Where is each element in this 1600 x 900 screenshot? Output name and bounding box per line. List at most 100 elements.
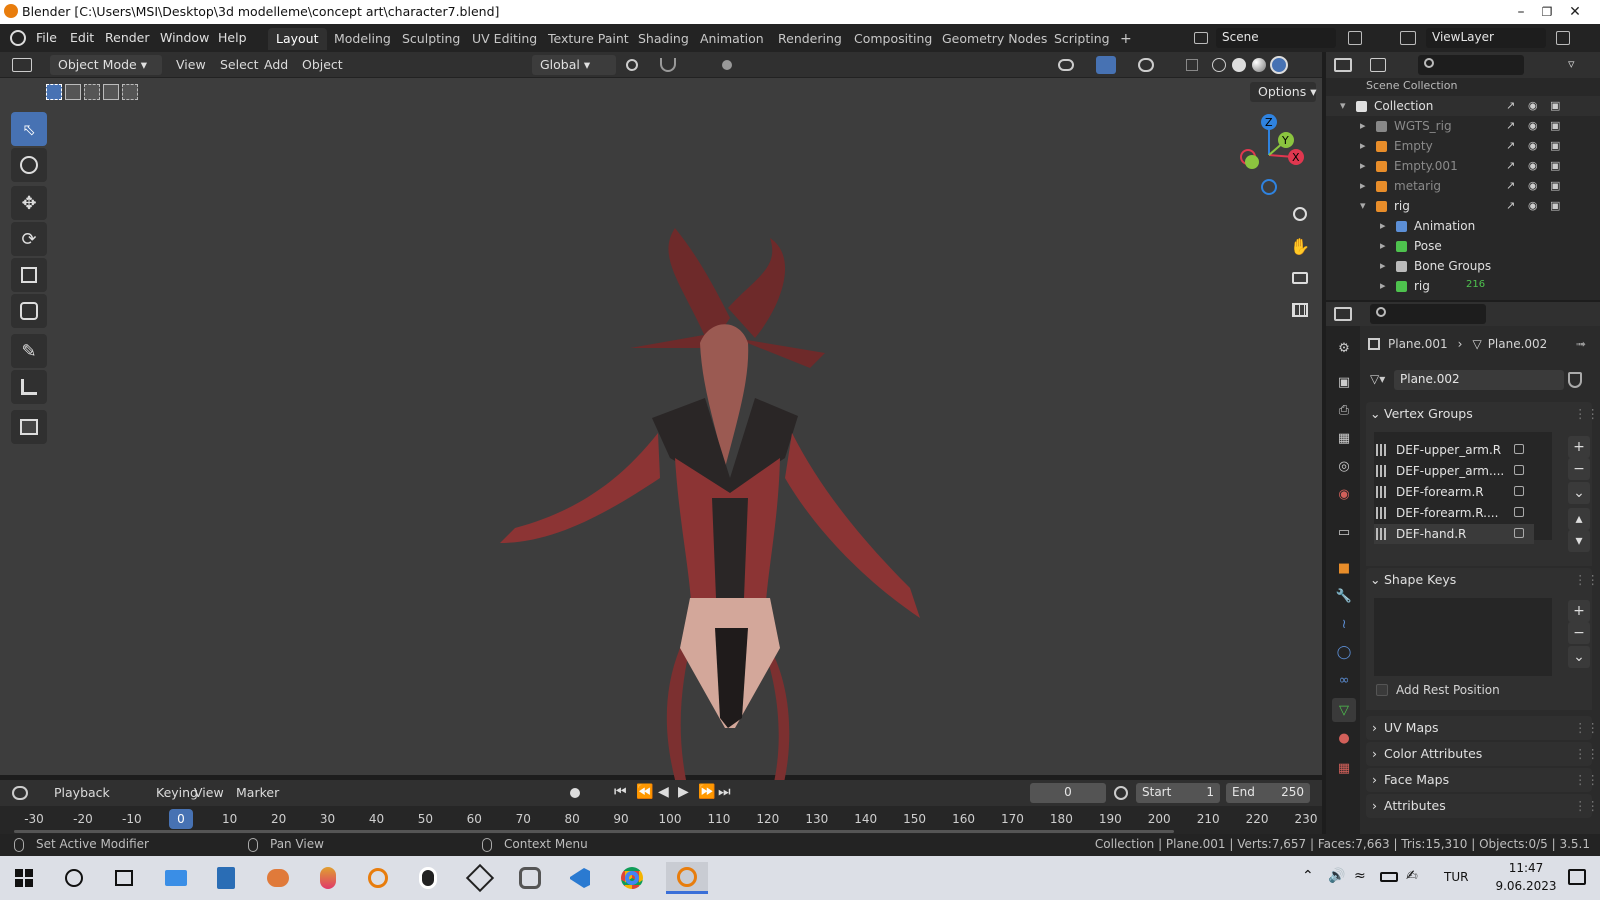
select-invert-icon[interactable] <box>103 84 119 100</box>
drag-handle-icon[interactable]: ⋮⋮ <box>1574 406 1599 421</box>
timeline-menu-view[interactable]: View <box>194 785 224 800</box>
close-button[interactable]: ✕ <box>1552 0 1598 24</box>
tab-texture[interactable]: ▦ <box>1332 756 1356 780</box>
timeline-scrollbar[interactable] <box>14 830 1174 833</box>
select-extend-icon[interactable] <box>65 84 81 100</box>
timeline-menu-keying[interactable]: Keying <box>156 785 198 800</box>
outliner-item[interactable]: ▸ Animation <box>1326 216 1600 236</box>
visibility-eye-icon[interactable]: ◉ <box>1528 139 1538 152</box>
outliner-search-field[interactable] <box>1418 55 1524 75</box>
menu-window[interactable]: Window <box>160 30 209 45</box>
drag-handle-icon[interactable]: ⋮⋮ <box>1574 798 1599 813</box>
select-new-icon[interactable] <box>46 84 62 100</box>
tab-world[interactable]: ◉ <box>1332 482 1356 506</box>
rendered-shading-icon[interactable] <box>1270 56 1288 74</box>
filter-icon[interactable]: ▿ <box>1568 57 1575 72</box>
lock-icon[interactable] <box>1514 507 1524 517</box>
render-camera-icon[interactable]: ▣ <box>1550 99 1560 112</box>
menu-file[interactable]: File <box>36 30 57 45</box>
vertex-group-item[interactable]: DEF-forearm.R.... <box>1374 503 1534 523</box>
properties-editor-icon[interactable] <box>1334 307 1352 321</box>
pin-icon[interactable]: ➟ <box>1576 337 1586 351</box>
view-layer-name-field[interactable]: ViewLayer <box>1426 28 1546 48</box>
visibility-eye-icon[interactable]: ◉ <box>1528 179 1538 192</box>
gizmo-toggle-icon[interactable] <box>1096 56 1116 74</box>
properties-search-field[interactable] <box>1370 304 1486 324</box>
wireframe-shading-icon[interactable] <box>1212 58 1226 72</box>
new-view-layer-icon[interactable] <box>1556 31 1570 45</box>
measure-tool[interactable] <box>11 370 47 404</box>
drag-handle-icon[interactable]: ⋮⋮ <box>1574 746 1599 761</box>
display-mode-icon[interactable] <box>1370 58 1386 72</box>
notification-icon[interactable] <box>1568 869 1586 885</box>
vertex-group-item[interactable]: DEF-hand.R <box>1374 524 1534 544</box>
workspace-tab-shading[interactable]: Shading <box>630 28 697 50</box>
move-tool[interactable]: ✥ <box>11 186 47 220</box>
cursor-tool[interactable] <box>11 148 47 182</box>
task-view-button[interactable] <box>108 862 140 894</box>
material-shading-icon[interactable] <box>1252 58 1266 72</box>
render-camera-icon[interactable]: ▣ <box>1550 139 1560 152</box>
outliner-item[interactable]: ▾ Collection ↗ ◉ ▣ <box>1326 96 1600 116</box>
tab-render[interactable]: ▣ <box>1332 370 1356 394</box>
taskbar-app-penguin[interactable] <box>412 862 444 894</box>
pivot-point-icon[interactable] <box>626 59 638 71</box>
taskbar-app-calculator[interactable] <box>210 862 242 894</box>
transform-tool[interactable] <box>11 294 47 328</box>
view-layer-icon[interactable] <box>1400 31 1416 45</box>
menu-render[interactable]: Render <box>105 30 150 45</box>
language-indicator[interactable]: TUR <box>1444 870 1468 884</box>
visibility-icon[interactable] <box>1058 59 1074 71</box>
xray-icon[interactable] <box>1186 59 1198 71</box>
solid-shading-icon[interactable] <box>1232 58 1246 72</box>
render-camera-icon[interactable]: ▣ <box>1550 199 1560 212</box>
prev-keyframe-icon[interactable]: ⏪ <box>636 784 653 800</box>
lock-icon[interactable] <box>1514 528 1524 538</box>
outliner-item[interactable]: ▾ rig ↗ ◉ ▣ <box>1326 196 1600 216</box>
tab-mesh-data[interactable]: ▽ <box>1332 698 1356 722</box>
visibility-eye-icon[interactable]: ◉ <box>1528 119 1538 132</box>
add-shape-key-button[interactable]: + <box>1568 600 1590 622</box>
lock-icon[interactable] <box>1514 465 1524 475</box>
uv-maps-panel-header[interactable]: › UV Maps ⋮⋮ <box>1366 716 1599 740</box>
outliner-item[interactable]: ▸ Pose <box>1326 236 1600 256</box>
add-workspace-icon[interactable]: + <box>1112 28 1140 50</box>
workspace-tab-compositing[interactable]: Compositing <box>846 28 940 50</box>
mesh-browse-icon[interactable]: ▽▾ <box>1370 372 1385 386</box>
move-group-down-button[interactable]: ▾ <box>1568 530 1590 552</box>
snapping-icon[interactable] <box>660 58 676 72</box>
rotate-tool[interactable]: ⟳ <box>11 222 47 256</box>
expand-arrow-icon[interactable]: ▸ <box>1360 139 1366 152</box>
navigation-gizmo[interactable]: Z X Y <box>1226 112 1312 198</box>
overlays-icon[interactable] <box>1138 58 1154 72</box>
tab-particles[interactable]: ≀ <box>1332 612 1356 636</box>
jump-end-icon[interactable]: ⏭ <box>718 784 731 800</box>
visibility-eye-icon[interactable]: ◉ <box>1528 159 1538 172</box>
color-attributes-panel-header[interactable]: › Color Attributes ⋮⋮ <box>1366 742 1599 766</box>
new-scene-icon[interactable] <box>1348 31 1362 45</box>
shape-key-specials-button[interactable]: ⌄ <box>1568 646 1590 668</box>
fake-user-shield-icon[interactable] <box>1568 372 1582 388</box>
expand-arrow-icon[interactable]: ▾ <box>1340 99 1346 112</box>
pan-button[interactable]: ✋ <box>1286 232 1314 260</box>
object-mode-dropdown[interactable]: Object Mode ▾ <box>50 55 162 75</box>
taskbar-app-chrome[interactable] <box>616 862 648 894</box>
volume-icon[interactable]: 🔊 <box>1328 868 1345 884</box>
gizmo-neg-y[interactable] <box>1245 155 1259 169</box>
viewport-menu-object[interactable]: Object <box>302 57 343 72</box>
drag-handle-icon[interactable]: ⋮⋮ <box>1574 720 1599 735</box>
visibility-eye-icon[interactable]: ◉ <box>1528 199 1538 212</box>
expand-arrow-icon[interactable]: ▸ <box>1380 239 1386 252</box>
lock-icon[interactable] <box>1514 444 1524 454</box>
add-rest-position-checkbox[interactable] <box>1376 684 1388 696</box>
stopwatch-icon[interactable] <box>1114 786 1128 800</box>
render-camera-icon[interactable]: ▣ <box>1550 119 1560 132</box>
gizmo-neg-z[interactable] <box>1261 179 1277 195</box>
select-intersect-icon[interactable] <box>122 84 138 100</box>
camera-view-button[interactable] <box>1286 264 1314 292</box>
outliner-editor-icon[interactable] <box>1334 58 1352 72</box>
taskbar-app-vscode[interactable] <box>564 862 596 894</box>
vertex-groups-panel-header[interactable]: ⌄ Vertex Groups ⋮⋮ <box>1366 402 1599 426</box>
taskbar-app-explorer[interactable] <box>160 862 192 894</box>
scene-selector-icon[interactable] <box>1194 32 1208 44</box>
